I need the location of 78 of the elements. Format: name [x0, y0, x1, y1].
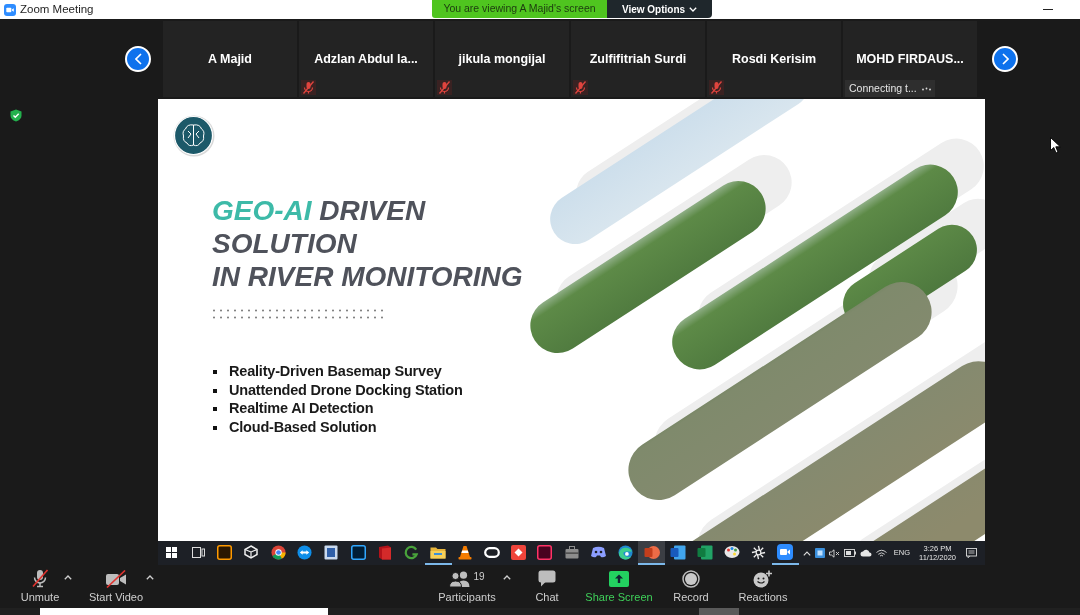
task-view-icon: [191, 546, 205, 558]
scrollbar-thumb[interactable]: [699, 608, 739, 615]
diamond-tile-icon: [510, 544, 526, 560]
gamepad-icon: [590, 546, 606, 558]
browser-icon: [617, 544, 633, 560]
app-logo-icon: [4, 3, 16, 16]
app-tile-icon: [350, 544, 366, 560]
record-icon: [682, 569, 700, 588]
brain-logo-icon: [173, 115, 215, 157]
window-title: Zoom Meeting: [20, 1, 94, 17]
view-options-button[interactable]: View Options: [607, 0, 712, 18]
slide-title: GEO-AI DRIVEN SOLUTION IN RIVER MONITORING: [212, 194, 524, 293]
chat-button[interactable]: Chat: [511, 565, 583, 608]
app-tile-icon: [537, 544, 553, 560]
bullet-text: Unattended Drone Docking Station: [229, 380, 463, 400]
start-icon: [165, 546, 177, 558]
wifi-icon[interactable]: [875, 548, 887, 558]
video-button[interactable]: Start Video: [86, 565, 146, 608]
security-icon[interactable]: [814, 548, 825, 558]
cloud-icon[interactable]: [859, 549, 872, 557]
people-icon: [449, 570, 472, 587]
bullet-icon: [213, 407, 217, 412]
chevron-right-icon: [1001, 53, 1009, 65]
chat-bubble-icon: [538, 570, 556, 587]
bullet-icon: [213, 425, 217, 430]
share-screen-icon: [609, 570, 629, 587]
document-icon: [324, 544, 339, 560]
arrow-circle-icon: [297, 544, 313, 560]
cone-icon: [457, 544, 472, 560]
participant-name: Zulfifitriah Surdi: [589, 50, 687, 68]
taskbar-app-button[interactable]: [638, 541, 666, 565]
caret-up-icon[interactable]: [146, 575, 154, 580]
audio-button[interactable]: Unmute: [16, 565, 64, 608]
share-screen-button[interactable]: Share Screen: [583, 565, 655, 608]
caret-down-icon: [689, 6, 698, 12]
chevron-left-icon: [134, 53, 142, 65]
swirl-icon: [404, 544, 420, 560]
connecting-status: Connecting t...: [849, 80, 917, 96]
aperture-icon: [750, 544, 766, 560]
record-button[interactable]: Record: [655, 565, 727, 608]
speaker-muted-icon[interactable]: [828, 548, 840, 558]
document-app-icon: [670, 544, 687, 560]
bullet-text: Reality-Driven Basemap Survey: [229, 362, 442, 382]
video-camera-icon: [777, 544, 794, 560]
app-tile-icon: [217, 544, 233, 560]
book-icon: [377, 544, 392, 560]
folder-icon: [430, 545, 447, 559]
toolbox-icon: [564, 545, 579, 559]
participant-name: jikula mongijal: [458, 50, 546, 68]
reactions-button[interactable]: Reactions: [727, 565, 799, 608]
participant-name: MOHD FIRDAUS...: [856, 50, 964, 68]
cube-icon: [244, 545, 259, 559]
notification-icon[interactable]: [966, 548, 977, 558]
battery-icon[interactable]: [843, 549, 856, 557]
participants-button[interactable]: 19 Participants: [431, 565, 503, 608]
next-page-button[interactable]: [992, 46, 1018, 72]
smiley-plus-icon: [753, 569, 773, 588]
bullet-text: Realtime AI Detection: [229, 399, 374, 419]
headset-icon: [483, 546, 500, 558]
mouse-pointer-icon: [1050, 137, 1061, 154]
chevron-up-icon[interactable]: [802, 550, 811, 556]
bullet-text: Cloud-Based Solution: [229, 417, 377, 437]
bullet-icon: [213, 370, 217, 375]
slides-app-icon: [643, 544, 660, 560]
caret-up-icon[interactable]: [503, 575, 511, 580]
participant-name: Adzlan Abdul la...: [314, 50, 418, 68]
loading-dots-icon: [921, 86, 931, 91]
previous-page-button[interactable]: [125, 46, 151, 72]
spreadsheet-app-icon: [697, 544, 714, 560]
bullet-icon: [213, 388, 217, 393]
shield-check-icon: [10, 109, 22, 122]
viewing-banner: You are viewing A Majid's screen: [432, 0, 607, 18]
browser-icon: [270, 544, 286, 560]
participant-count: 19: [473, 570, 485, 584]
caret-up-icon[interactable]: [64, 575, 72, 580]
participant-name: Rosdi Kerisim: [731, 50, 817, 68]
palette-icon: [723, 545, 740, 559]
participant-name: A Majid: [208, 50, 252, 68]
